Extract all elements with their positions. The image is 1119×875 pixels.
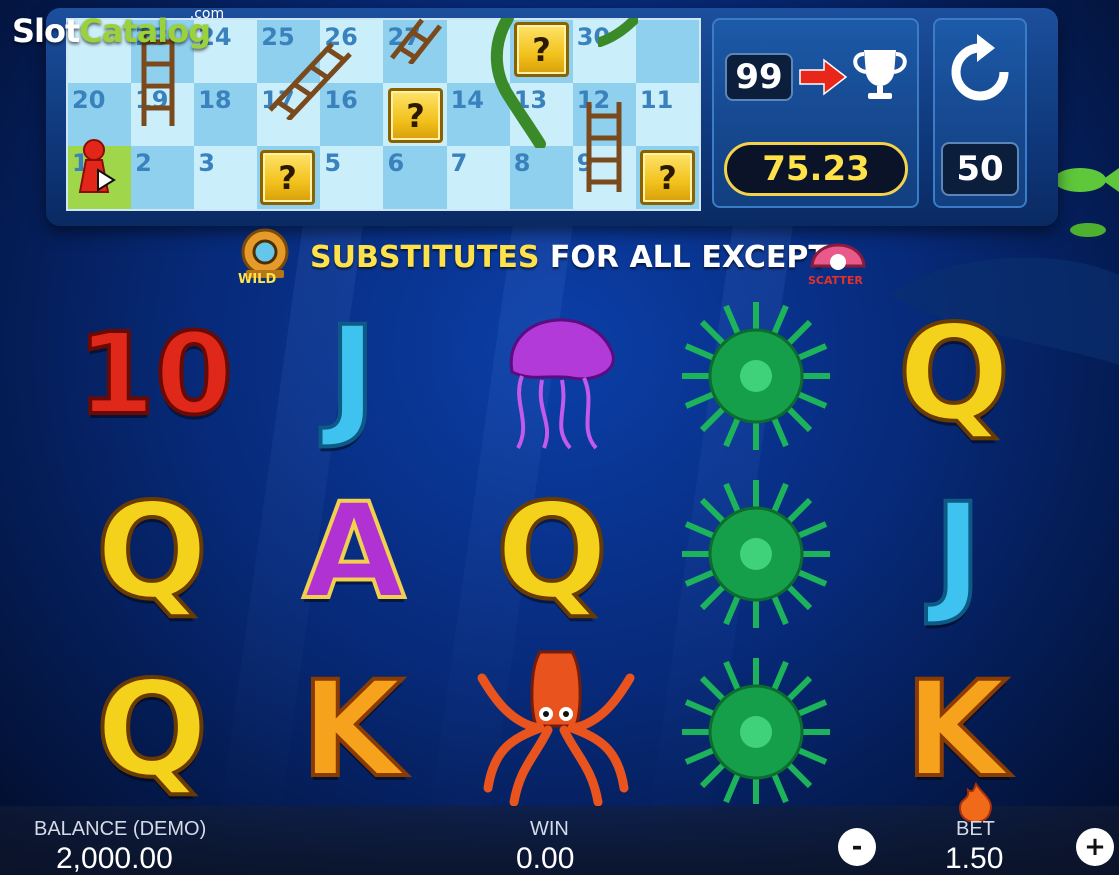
- replay-autospin-icon[interactable]: [947, 34, 1013, 108]
- mystery-box: ?: [640, 150, 695, 205]
- bet-value: 1.50: [945, 842, 1004, 875]
- cell-number: 18: [198, 86, 232, 114]
- bet-label: BET: [956, 818, 995, 840]
- board-cell: [635, 20, 699, 83]
- balance-label: BALANCE (DEMO): [34, 818, 207, 840]
- symbol-label: A: [301, 475, 407, 629]
- player-pawn-icon: [78, 139, 116, 193]
- symbol-label: Q: [94, 653, 210, 807]
- cell-number: 2: [135, 149, 152, 177]
- symbol-a: A: [298, 484, 410, 620]
- sea-urchin-symbol-icon: [682, 658, 830, 804]
- banner-rest: FOR ALL EXCEPT: [549, 240, 829, 275]
- sea-urchin-symbol-icon: [682, 480, 830, 628]
- cell-number: 8: [513, 149, 531, 177]
- squid-symbol-icon: [477, 650, 635, 806]
- fire-icon: [958, 782, 992, 822]
- symbol-label: 10: [75, 310, 235, 440]
- mystery-box: ?: [388, 88, 443, 143]
- wild-caption: WILD: [238, 272, 277, 287]
- trophy-icon: [853, 50, 907, 99]
- symbol-j: J: [300, 298, 405, 452]
- wild-banner: SUBSTITUTES FOR ALL EXCEPT: [310, 240, 829, 280]
- symbol-label: K: [299, 653, 405, 807]
- cell-number: 5: [324, 149, 342, 177]
- cell-number: 11: [639, 86, 674, 114]
- bet-decrease-button[interactable]: -: [838, 828, 876, 866]
- symbol-q: Q: [94, 484, 210, 620]
- symbol-label: J: [326, 298, 379, 452]
- mystery-box: ?: [514, 22, 569, 77]
- symbol-q: Q: [494, 484, 610, 620]
- jellyfish-symbol-icon: [509, 318, 615, 450]
- symbol-label: Q: [896, 297, 1012, 451]
- board-cell: 7: [446, 146, 510, 209]
- ladder-icon: [268, 42, 352, 120]
- cell-number: 3: [198, 149, 215, 177]
- symbol-k: K: [902, 662, 1010, 798]
- symbol-ten: 10: [75, 310, 235, 440]
- ladder-icon: [390, 18, 442, 64]
- seaweed-snake-icon: [598, 18, 638, 47]
- bet-increase-button[interactable]: +: [1076, 828, 1114, 866]
- mystery-box: ?: [260, 150, 315, 205]
- symbol-k: K: [298, 662, 406, 798]
- sea-urchin-symbol-icon: [682, 302, 830, 450]
- symbol-label: Q: [494, 475, 610, 629]
- symbol-j: J: [908, 484, 1008, 620]
- cell-number: 6: [387, 149, 405, 177]
- symbol-label: K: [903, 653, 1009, 807]
- cell-number: 14: [450, 86, 484, 114]
- site-logo: SlotCatalog .com: [12, 6, 224, 50]
- board-cell: 18: [194, 83, 258, 146]
- balance-value: 2,000.00: [56, 842, 173, 875]
- board-cell: 5: [320, 146, 384, 209]
- board-cell: 8: [509, 146, 573, 209]
- lines-value: 50: [941, 142, 1019, 196]
- symbol-q: Q: [896, 306, 1012, 442]
- prize-value: 75.23: [724, 142, 908, 196]
- board-cell: 6: [383, 146, 447, 209]
- logo-text: Slot: [12, 12, 80, 50]
- step-counter: 99: [725, 53, 793, 101]
- scatter-caption: SCATTER: [808, 274, 863, 287]
- cell-number: 7: [450, 149, 468, 177]
- win-label: WIN: [530, 818, 569, 840]
- board-cell: 11: [635, 83, 699, 146]
- arrow-right-icon: [799, 58, 848, 96]
- banner-highlight: SUBSTITUTES: [310, 240, 540, 275]
- logo-suffix: .com: [189, 6, 225, 22]
- win-value: 0.00: [516, 842, 575, 875]
- symbol-label: Q: [94, 475, 210, 629]
- clam-pearl-icon: [810, 243, 866, 270]
- board-cell: 2: [131, 146, 195, 209]
- symbol-q: Q: [94, 662, 210, 798]
- symbol-label: J: [931, 475, 984, 629]
- ladder-icon: [586, 102, 622, 192]
- cell-number: 20: [72, 86, 106, 114]
- board-cell: 3: [194, 146, 258, 209]
